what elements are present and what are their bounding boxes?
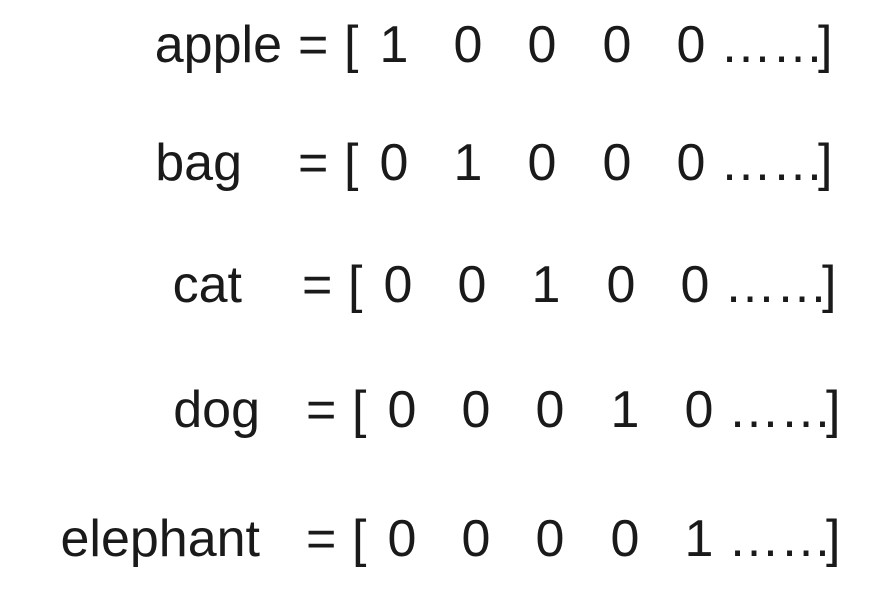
word-label: dog bbox=[173, 381, 260, 439]
vector-value: 0 bbox=[461, 381, 491, 439]
right-bracket: ] bbox=[818, 16, 833, 74]
ellipsis: …… bbox=[720, 16, 824, 74]
equals-sign: = bbox=[302, 256, 333, 314]
vector-value: 1 bbox=[531, 256, 561, 314]
vector-value: 0 bbox=[602, 16, 632, 74]
ellipsis: …… bbox=[720, 134, 824, 192]
vector-row-bag: bag = [ 0 1 0 0 0 …… ] bbox=[0, 118, 882, 208]
word-label: bag bbox=[155, 134, 242, 192]
right-bracket: ] bbox=[818, 134, 833, 192]
vector-value: 0 bbox=[606, 256, 636, 314]
vector-value: 0 bbox=[387, 381, 417, 439]
left-bracket: [ bbox=[344, 16, 359, 74]
vector-value: 0 bbox=[676, 134, 706, 192]
left-bracket: [ bbox=[344, 134, 359, 192]
vector-value: 1 bbox=[379, 16, 409, 74]
vector-value: 0 bbox=[602, 134, 632, 192]
equals-sign: = bbox=[306, 381, 337, 439]
vector-row-apple: apple = [ 1 0 0 0 0 …… ] bbox=[0, 0, 882, 90]
vector-value: 0 bbox=[453, 16, 483, 74]
right-bracket: ] bbox=[826, 381, 841, 439]
vector-row-elephant: elephant = [ 0 0 0 0 1 …… ] bbox=[0, 494, 882, 584]
vector-value: 0 bbox=[461, 510, 491, 568]
ellipsis: …… bbox=[728, 510, 832, 568]
vector-value: 0 bbox=[680, 256, 710, 314]
ellipsis: …… bbox=[728, 381, 832, 439]
word-label: elephant bbox=[60, 510, 260, 568]
one-hot-vectors-figure: apple = [ 1 0 0 0 0 …… ] bag = [ 0 1 0 0… bbox=[0, 0, 882, 604]
vector-value: 0 bbox=[676, 16, 706, 74]
vector-value: 1 bbox=[453, 134, 483, 192]
equals-sign: = bbox=[298, 16, 329, 74]
ellipsis: …… bbox=[724, 256, 828, 314]
vector-value: 0 bbox=[610, 510, 640, 568]
equals-sign: = bbox=[306, 510, 337, 568]
vector-value: 0 bbox=[527, 16, 557, 74]
vector-value: 0 bbox=[379, 134, 409, 192]
right-bracket: ] bbox=[822, 256, 837, 314]
equals-sign: = bbox=[298, 134, 329, 192]
vector-row-dog: dog = [ 0 0 0 1 0 …… ] bbox=[0, 365, 882, 455]
left-bracket: [ bbox=[352, 510, 367, 568]
vector-value: 0 bbox=[535, 381, 565, 439]
word-label: cat bbox=[172, 256, 242, 314]
vector-row-cat: cat = [ 0 0 1 0 0 …… ] bbox=[0, 240, 882, 330]
left-bracket: [ bbox=[352, 381, 367, 439]
word-label: apple bbox=[154, 16, 282, 74]
vector-value: 0 bbox=[387, 510, 417, 568]
vector-value: 0 bbox=[457, 256, 487, 314]
vector-value: 0 bbox=[383, 256, 413, 314]
right-bracket: ] bbox=[826, 510, 841, 568]
left-bracket: [ bbox=[348, 256, 363, 314]
vector-value: 0 bbox=[535, 510, 565, 568]
vector-value: 1 bbox=[684, 510, 714, 568]
vector-value: 0 bbox=[527, 134, 557, 192]
vector-value: 1 bbox=[610, 381, 640, 439]
vector-value: 0 bbox=[684, 381, 714, 439]
